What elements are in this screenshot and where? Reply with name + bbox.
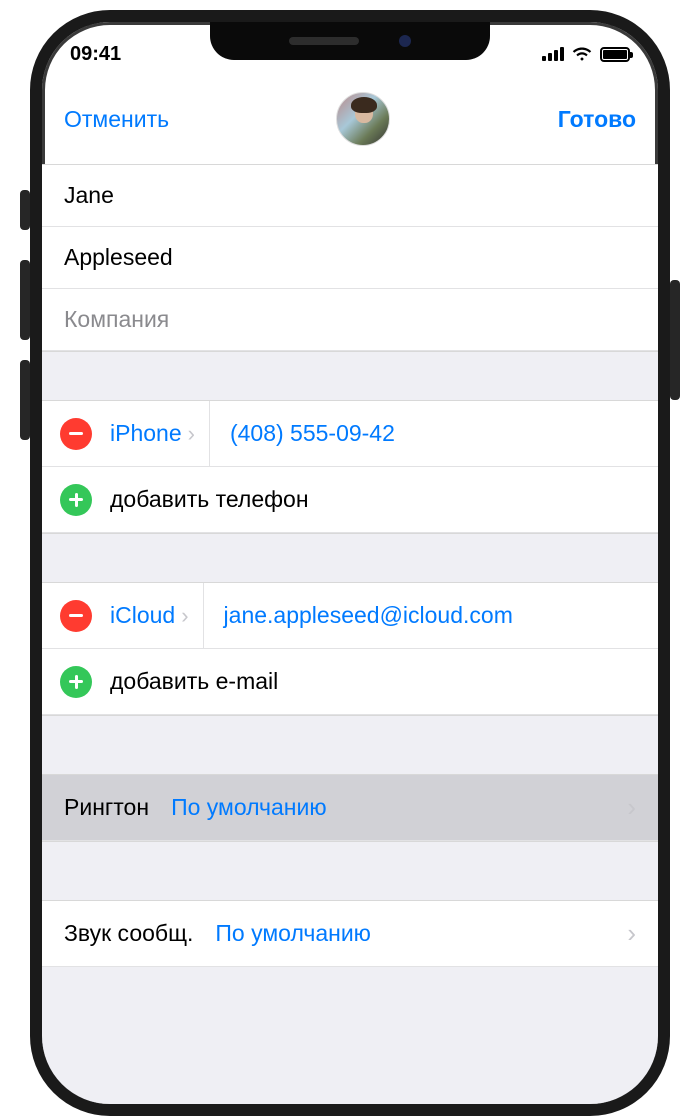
cancel-button[interactable]: Отменить	[64, 106, 169, 133]
email-type-button[interactable]: iCloud ›	[92, 602, 203, 629]
text-tone-row[interactable]: Звук сообщ. По умолчанию ›	[42, 901, 658, 967]
company-placeholder: Компания	[64, 306, 169, 333]
add-email-row[interactable]: добавить e-mail	[42, 649, 658, 715]
notch	[210, 22, 490, 60]
chevron-right-icon: ›	[181, 603, 188, 629]
phone-type-button[interactable]: iPhone ›	[92, 420, 209, 447]
ringtone-row[interactable]: Рингтон По умолчанию ›	[42, 775, 658, 841]
company-field[interactable]: Компания	[42, 289, 658, 351]
add-phone-row[interactable]: добавить телефон	[42, 467, 658, 533]
text-tone-value: По умолчанию	[193, 920, 627, 947]
contact-avatar[interactable]	[336, 92, 390, 146]
done-button[interactable]: Готово	[558, 106, 636, 133]
email-row: iCloud › jane.appleseed@icloud.com	[42, 583, 658, 649]
last-name-value: Appleseed	[64, 244, 173, 271]
battery-icon	[600, 47, 630, 62]
ringtone-value: По умолчанию	[149, 794, 627, 821]
phone-frame: 09:41 Отменить Готово Jane Appleseed Ком…	[30, 10, 670, 1116]
last-name-field[interactable]: Appleseed	[42, 227, 658, 289]
chevron-right-icon: ›	[627, 918, 636, 949]
cellular-icon	[542, 47, 564, 61]
add-email-label: добавить e-mail	[92, 668, 278, 695]
chevron-right-icon: ›	[627, 792, 636, 823]
phone-number-field[interactable]: (408) 555-09-42	[210, 420, 640, 447]
chevron-right-icon: ›	[188, 421, 195, 447]
text-tone-label: Звук сообщ.	[64, 920, 193, 947]
email-type-label: iCloud	[110, 602, 175, 629]
first-name-field[interactable]: Jane	[42, 165, 658, 227]
first-name-value: Jane	[64, 182, 114, 209]
add-email-icon	[60, 666, 92, 698]
status-time: 09:41	[70, 43, 121, 66]
wifi-icon	[572, 47, 592, 62]
add-phone-icon	[60, 484, 92, 516]
phone-type-label: iPhone	[110, 420, 182, 447]
remove-email-icon[interactable]	[60, 600, 92, 632]
email-address-field[interactable]: jane.appleseed@icloud.com	[204, 602, 640, 629]
phone-row: iPhone › (408) 555-09-42	[42, 401, 658, 467]
nav-bar: Отменить Готово	[42, 78, 658, 164]
remove-phone-icon[interactable]	[60, 418, 92, 450]
add-phone-label: добавить телефон	[92, 486, 309, 513]
ringtone-label: Рингтон	[64, 794, 149, 821]
